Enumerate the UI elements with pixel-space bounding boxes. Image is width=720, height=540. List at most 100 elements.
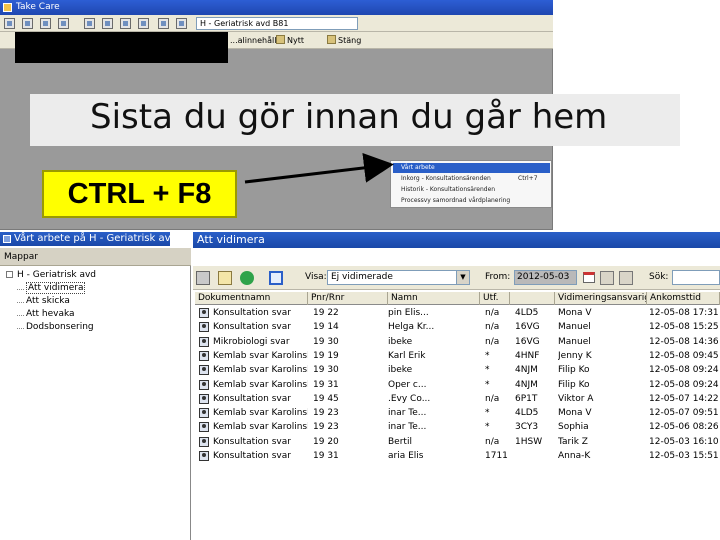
tree-item-label: Att hevaka xyxy=(26,309,75,319)
column-header-utf[interactable]: Utf. xyxy=(480,292,510,305)
table-cell: * xyxy=(485,408,490,419)
table-cell: 12-05-03 15:51 xyxy=(649,451,719,461)
table-row[interactable]: Kemlab svar Karolinska 19 23 inar Te... * 3C… xyxy=(195,420,720,434)
from-date-input[interactable]: 2012-05-03 xyxy=(514,270,577,285)
tree-item-label: Dodsbonsering xyxy=(26,322,94,332)
table-cell: 19 45 xyxy=(313,393,339,404)
table-row[interactable]: Konsultation svar 19 22 pin Elis... n/a 4LD5… xyxy=(195,306,720,320)
patient-document-icon xyxy=(199,408,209,419)
table-cell: Oper c... xyxy=(388,379,427,390)
column-header-pnr[interactable]: Pnr/Rnr xyxy=(308,292,388,305)
table-cell: inar Te... xyxy=(388,408,427,419)
table-cell: 12-05-08 09:45 xyxy=(649,350,719,361)
table-cell: n/a xyxy=(485,436,500,447)
table-cell: * xyxy=(485,422,490,433)
table-cell: Kemlab svar Karolinska xyxy=(213,350,308,361)
tree-item-att-vidimera[interactable]: Att vidimera xyxy=(16,282,86,294)
table-row[interactable]: Kemlab svar Karolinska 19 30 ibeke * 4NJM Fil… xyxy=(195,363,720,377)
tree-item-att-bevaka[interactable]: Att hevaka xyxy=(17,309,75,319)
patient-document-icon xyxy=(199,322,209,333)
table-cell: Jenny K xyxy=(558,350,592,361)
list-toolbar: Visa: Ej vidimerade ▼ From: 2012-05-03 S… xyxy=(193,266,720,290)
table-cell: 16VG xyxy=(515,322,540,333)
patient-document-icon xyxy=(199,350,209,361)
column-header-dokumentnamn[interactable]: Dokumentnamn xyxy=(195,292,308,305)
view-select[interactable]: Ej vidimerade ▼ xyxy=(327,270,470,285)
refresh-icon[interactable] xyxy=(240,271,254,285)
settings-button[interactable] xyxy=(619,271,633,285)
table-cell: n/a xyxy=(485,393,500,404)
table-cell: Mona V xyxy=(558,408,592,419)
table-row[interactable]: Kemlab svar Karolinska 19 23 inar Te... * 4L… xyxy=(195,406,720,420)
print-icon[interactable] xyxy=(196,271,210,285)
table-cell: .Evy Co... xyxy=(388,393,431,404)
chevron-down-icon[interactable]: ▼ xyxy=(456,271,469,284)
columns-icon[interactable] xyxy=(269,271,283,285)
table-cell: 12-05-06 08:26 xyxy=(649,422,719,433)
calendar-icon[interactable] xyxy=(583,272,595,283)
left-panel-title-text: Vårt arbete på H - Geriatrisk avd xyxy=(14,233,170,244)
tree-root[interactable]: H - Geriatrisk avd xyxy=(6,270,96,280)
table-cell: 19 14 xyxy=(313,322,339,333)
table-cell: 19 19 xyxy=(313,350,339,361)
table-cell: 19 22 xyxy=(313,308,339,318)
patient-document-icon xyxy=(199,451,209,461)
patient-document-icon xyxy=(199,379,209,390)
table-cell: Mona V xyxy=(558,308,592,318)
table-cell: 12-05-03 16:10 xyxy=(649,436,719,447)
patient-document-icon xyxy=(199,422,209,433)
table-cell: 16VG xyxy=(515,336,540,347)
collapse-icon[interactable] xyxy=(6,271,13,278)
table-cell: n/a xyxy=(485,322,500,333)
table-cell: 19 23 xyxy=(313,422,339,433)
table-cell: 12-05-08 09:24 xyxy=(649,379,719,390)
table-row[interactable]: Konsultation svar 19 20 Bertil n/a 1HSW Tarik… xyxy=(195,435,720,449)
table-cell: * xyxy=(485,365,490,376)
table-cell: 3CY3 xyxy=(515,422,539,433)
table-cell: Kemlab svar Karolinska xyxy=(213,408,308,419)
table-row[interactable]: Konsultation svar 19 14 Helga Kr... n/a 16VG… xyxy=(195,320,720,334)
table-cell: 4HNF xyxy=(515,350,540,361)
document-table: Dokumentnamn Pnr/Rnr Namn Utf. Vidimerin… xyxy=(195,292,720,540)
column-header-ankomsttid[interactable]: Ankomsttid xyxy=(647,292,720,305)
patient-document-icon xyxy=(199,308,209,318)
column-header-namn[interactable]: Namn xyxy=(388,292,480,305)
column-header-signature[interactable] xyxy=(510,292,555,305)
table-cell: Helga Kr... xyxy=(388,322,435,333)
table-cell: Karl Erik xyxy=(388,350,426,361)
table-cell: 19 31 xyxy=(313,379,339,390)
table-cell: 12-05-07 14:22 xyxy=(649,393,719,404)
table-cell xyxy=(515,449,555,463)
table-cell: Manuel xyxy=(558,322,591,333)
table-cell: 19 31 xyxy=(313,451,339,461)
pin-icon[interactable] xyxy=(3,235,11,243)
table-cell: 12-05-08 09:24 xyxy=(649,365,719,376)
mail-icon[interactable] xyxy=(218,271,232,285)
table-row[interactable]: Konsultation svar 19 31 aria Elis 1711 Anna-… xyxy=(195,449,720,463)
table-cell: 4NJM xyxy=(515,365,538,376)
table-row[interactable]: Mikrobiologi svar 19 30 ibeke n/a 16VG Manuel… xyxy=(195,335,720,349)
table-cell: Bertil xyxy=(388,436,412,447)
right-panel-title: Att vidimera xyxy=(193,232,720,248)
table-row[interactable]: Kemlab svar Karolinska 19 31 Oper c... * 4NJ… xyxy=(195,378,720,392)
table-cell: Konsultation svar xyxy=(213,393,291,404)
table-cell: 4NJM xyxy=(515,379,538,390)
column-header-vidimeringsansvarig[interactable]: Vidimeringsansvarig xyxy=(555,292,647,305)
table-cell: 12-05-08 15:25 xyxy=(649,322,719,333)
table-cell: 4LD5 xyxy=(515,408,539,419)
filter-button[interactable] xyxy=(600,271,614,285)
table-row[interactable]: Kemlab svar Karolinska 19 19 Karl Erik * 4HN… xyxy=(195,349,720,363)
tree-item-att-skicka[interactable]: Att skicka xyxy=(17,296,70,306)
patient-document-icon xyxy=(199,436,209,447)
table-row[interactable]: Konsultation svar 19 45 .Evy Co... n/a 6P1T V… xyxy=(195,392,720,406)
table-cell: n/a xyxy=(485,336,500,347)
patient-document-icon xyxy=(199,365,209,376)
table-cell: ibeke xyxy=(388,365,413,376)
tree-item-dodsbonsering[interactable]: Dodsbonsering xyxy=(17,322,94,332)
table-cell: Sophia xyxy=(558,422,589,433)
table-cell: 19 20 xyxy=(313,436,339,447)
table-cell: Konsultation svar xyxy=(213,308,291,318)
table-cell: Konsultation svar xyxy=(213,451,291,461)
folder-tree: H - Geriatrisk avd Att vidimera Att skic… xyxy=(0,266,191,540)
search-input[interactable] xyxy=(672,270,720,285)
